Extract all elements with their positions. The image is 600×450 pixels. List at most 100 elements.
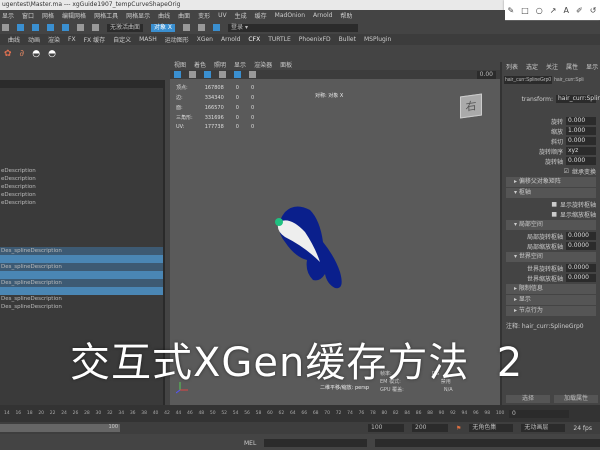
viewport-menu-item[interactable]: 面板 bbox=[280, 62, 292, 70]
attr-field[interactable]: 0.000 bbox=[566, 157, 596, 165]
shelf-tab[interactable]: Arnold bbox=[221, 36, 240, 43]
shelf-tab[interactable]: 运动图形 bbox=[165, 35, 189, 44]
menu-item[interactable]: 网格 bbox=[42, 11, 54, 20]
shelf-tab[interactable]: PhoenixFD bbox=[299, 36, 331, 43]
select-button[interactable]: 选择 bbox=[506, 395, 550, 403]
live-surface-field[interactable]: 无激活曲面 bbox=[107, 23, 144, 32]
camera-icon[interactable] bbox=[174, 71, 181, 78]
shelf-tab[interactable]: TURTLE bbox=[268, 36, 291, 43]
attr-field[interactable]: 1.000 bbox=[566, 127, 596, 135]
anim-layer-dropdown[interactable]: 无动画层 bbox=[521, 424, 566, 432]
attr-field[interactable]: 0.0000 bbox=[566, 232, 596, 240]
attr-field[interactable]: 0.000 bbox=[566, 137, 596, 145]
guide2-icon[interactable]: ◓ bbox=[48, 49, 56, 59]
section-local[interactable]: ▾ 局部空间 bbox=[506, 220, 596, 230]
checkbox[interactable]: ■ bbox=[551, 211, 557, 218]
node-tab[interactable]: hair_curr:SplineGrp0 bbox=[504, 76, 553, 84]
menu-item[interactable]: 网格显示 bbox=[126, 11, 150, 20]
lock-icon[interactable] bbox=[77, 24, 84, 31]
shelf-tab[interactable]: FX 缓存 bbox=[84, 35, 105, 44]
textured-icon[interactable] bbox=[234, 71, 241, 78]
menu-item[interactable]: 编辑网格 bbox=[62, 11, 86, 20]
shelf-tab[interactable]: 自定义 bbox=[113, 35, 131, 44]
attr-field[interactable]: 0.0000 bbox=[566, 242, 596, 250]
shaded-icon[interactable] bbox=[219, 71, 226, 78]
shelf-tab[interactable]: Bullet bbox=[339, 36, 356, 43]
fps-dropdown[interactable]: 24 fps bbox=[573, 425, 592, 432]
outliner-item[interactable]: eDescription bbox=[0, 199, 163, 207]
select-icon[interactable] bbox=[17, 24, 24, 31]
node-tab[interactable]: hair_curr:Spli bbox=[554, 77, 583, 83]
arrow-icon[interactable]: ↗ bbox=[550, 6, 557, 15]
attr-tab[interactable]: 显示 bbox=[586, 62, 598, 74]
viewport-menu-item[interactable]: 照明 bbox=[214, 62, 226, 70]
inherit-checkbox[interactable]: ☑ bbox=[564, 168, 569, 175]
hair-icon[interactable]: ∂ bbox=[20, 49, 25, 59]
outliner-item[interactable]: eDescription bbox=[0, 183, 163, 191]
attr-tab[interactable]: 关注 bbox=[546, 62, 558, 74]
viewport-menu-item[interactable]: 视图 bbox=[174, 62, 186, 70]
section-node-behavior[interactable]: ▸ 节点行为 bbox=[506, 306, 596, 316]
section-world[interactable]: ▾ 世界空间 bbox=[506, 252, 596, 262]
circle-icon[interactable]: ○ bbox=[536, 6, 543, 15]
history-icon[interactable] bbox=[92, 24, 99, 31]
end-time-field[interactable]: 100 bbox=[368, 424, 404, 432]
outliner-item[interactable]: Des_splineDescription bbox=[0, 263, 163, 271]
outliner-item[interactable]: eDescription bbox=[0, 191, 163, 199]
section-limits[interactable]: ▸ 限制信息 bbox=[506, 284, 596, 294]
shelf-tab[interactable]: XGen bbox=[197, 36, 213, 43]
outliner-item[interactable] bbox=[0, 207, 163, 215]
character-model[interactable] bbox=[265, 202, 355, 297]
section-offset[interactable]: ▸ 偏移父对象矩阵 bbox=[506, 177, 596, 187]
outliner-item[interactable]: Des_splineDescription bbox=[0, 247, 163, 255]
outliner-item[interactable]: Des_splineDescription bbox=[0, 295, 163, 303]
wireframe-icon[interactable] bbox=[204, 71, 211, 78]
outliner-item[interactable] bbox=[0, 223, 163, 231]
menu-item[interactable]: 曲线 bbox=[158, 11, 170, 20]
outliner-item[interactable] bbox=[0, 231, 163, 239]
snap-point-icon[interactable] bbox=[62, 24, 69, 31]
attr-tab[interactable]: 列表 bbox=[506, 62, 518, 74]
viewport-menu-item[interactable]: 着色 bbox=[194, 62, 206, 70]
menu-item[interactable]: 显示 bbox=[2, 11, 14, 20]
menu-item[interactable]: MadOnion bbox=[275, 12, 305, 19]
menu-item[interactable]: 窗口 bbox=[22, 11, 34, 20]
tool-icon[interactable] bbox=[2, 24, 9, 31]
outliner-item[interactable] bbox=[0, 255, 163, 263]
xgen-icon[interactable]: ✿ bbox=[4, 49, 12, 59]
attr-tab[interactable]: 选定 bbox=[526, 62, 538, 74]
text-icon[interactable]: A bbox=[564, 6, 569, 15]
time-slider[interactable]: 14 16 18 20 22 24 26 28 30 32 34 36 38 40 42 44 46 48 50 52… bbox=[0, 405, 600, 422]
outliner-item[interactable]: Des_splineDescription bbox=[0, 303, 163, 311]
load-attributes-button[interactable]: 加载属性 bbox=[554, 395, 598, 403]
attr-field[interactable]: 0.0000 bbox=[566, 274, 596, 282]
snap-icon[interactable] bbox=[32, 24, 39, 31]
viewport-menu-item[interactable]: 渲染器 bbox=[254, 62, 272, 70]
attr-tab[interactable]: 属性 bbox=[566, 62, 578, 74]
menu-item[interactable]: 网格工具 bbox=[94, 11, 118, 20]
shelf-tab[interactable]: 曲线 bbox=[8, 35, 20, 44]
viewcube[interactable]: 右 bbox=[460, 93, 482, 119]
menu-item[interactable]: 缓存 bbox=[255, 11, 267, 20]
render-icon[interactable] bbox=[183, 24, 191, 31]
character-set-dropdown[interactable]: 无角色集 bbox=[469, 424, 514, 432]
outliner-item[interactable] bbox=[0, 287, 163, 295]
pen-icon[interactable]: ✎ bbox=[508, 6, 515, 15]
login-dropdown[interactable]: 登录 ▾ bbox=[228, 23, 359, 32]
checkbox[interactable]: ■ bbox=[551, 201, 557, 208]
viewport-menu-item[interactable]: 显示 bbox=[234, 62, 246, 70]
outliner-item[interactable] bbox=[0, 271, 163, 279]
menu-item[interactable]: Arnold bbox=[313, 12, 332, 19]
guide-icon[interactable]: ◓ bbox=[32, 49, 40, 59]
outliner-item[interactable]: eDescription bbox=[0, 167, 163, 175]
menu-item[interactable]: UV bbox=[218, 12, 227, 19]
mel-input[interactable] bbox=[264, 439, 368, 447]
shelf-tab[interactable]: 动画 bbox=[28, 35, 40, 44]
symmetry-field[interactable]: 对象 X bbox=[151, 23, 176, 32]
menu-item[interactable]: 曲面 bbox=[178, 11, 190, 20]
current-frame-field[interactable]: 0 bbox=[509, 409, 569, 418]
attr-field[interactable]: xyz bbox=[566, 147, 596, 155]
attr-field[interactable]: 0.000 bbox=[566, 117, 596, 125]
shelf-tab[interactable]: CFX bbox=[248, 36, 260, 43]
shelf-tab[interactable]: FX bbox=[68, 36, 76, 43]
